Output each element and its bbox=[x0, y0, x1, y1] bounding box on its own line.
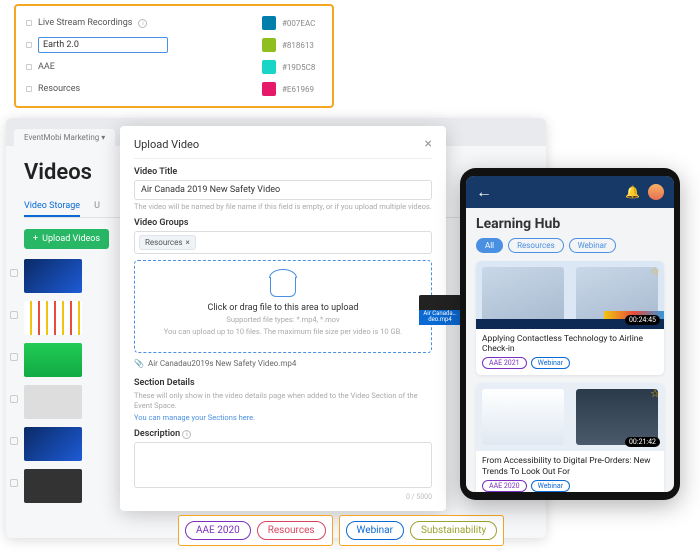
filter-pills: All Resources Webinar bbox=[476, 238, 664, 253]
video-groups-input[interactable]: Resources× bbox=[134, 231, 432, 254]
paperclip-icon: 📎 bbox=[134, 359, 144, 368]
filter-webinar[interactable]: Webinar bbox=[569, 238, 616, 253]
section-hint: These will only show in the video detail… bbox=[134, 391, 432, 411]
video-thumb[interactable] bbox=[24, 469, 82, 503]
color-swatch[interactable] bbox=[262, 60, 276, 74]
card-tag[interactable]: AAE 2021 bbox=[482, 357, 527, 369]
checkbox[interactable] bbox=[10, 437, 18, 445]
inbox-icon bbox=[270, 277, 296, 297]
group-chip[interactable]: Resources× bbox=[139, 235, 196, 250]
color-swatch[interactable] bbox=[262, 38, 276, 52]
favorite-icon[interactable]: ☆ bbox=[650, 265, 660, 278]
char-counter: 0 / 5000 bbox=[134, 493, 432, 501]
runtime-badge: 00:21:42 bbox=[625, 437, 660, 447]
tag-row[interactable]: Live Stream Recordings i #007EAC bbox=[26, 12, 322, 34]
tag-panel: Live Stream Recordings i #007EAC #818613… bbox=[14, 4, 334, 108]
card-tag[interactable]: Webinar bbox=[531, 480, 571, 492]
info-icon[interactable]: i bbox=[138, 19, 147, 28]
tab-video-storage[interactable]: Video Storage bbox=[24, 197, 80, 217]
upload-dropzone[interactable]: Click or drag file to this area to uploa… bbox=[134, 260, 432, 354]
card-title: From Accessibility to Digital Pre-Orders… bbox=[476, 451, 664, 479]
color-swatch[interactable] bbox=[262, 82, 276, 96]
checkbox[interactable] bbox=[10, 353, 18, 361]
hex-value: #007EAC bbox=[282, 19, 322, 28]
description-label: Description i bbox=[134, 429, 432, 439]
filter-all[interactable]: All bbox=[476, 238, 503, 253]
video-preview: ☆ 00:24:45 bbox=[476, 261, 664, 329]
title-hint: The video will be named by file name if … bbox=[134, 202, 432, 212]
description-textarea[interactable] bbox=[134, 442, 432, 488]
checkbox[interactable] bbox=[10, 395, 18, 403]
drag-handle-icon[interactable] bbox=[26, 64, 32, 70]
tag-name-input[interactable] bbox=[38, 37, 168, 53]
checkbox[interactable] bbox=[10, 311, 18, 319]
plus-icon: + bbox=[33, 234, 38, 244]
tag-chip[interactable]: AAE 2020 bbox=[185, 521, 251, 540]
dropzone-sub: Supported file types: *.mp4, *.mov bbox=[143, 315, 423, 325]
modal-title: Upload Video bbox=[134, 138, 199, 151]
tag-chip[interactable]: Webinar bbox=[346, 521, 404, 540]
color-swatch[interactable] bbox=[262, 16, 276, 30]
hex-value: #19D5C8 bbox=[282, 63, 322, 72]
bell-icon[interactable]: 🔔 bbox=[625, 185, 640, 199]
tag-chip[interactable]: Substainability bbox=[410, 521, 497, 540]
card-tag[interactable]: AAE 2020 bbox=[482, 480, 527, 492]
bottom-chip-callouts: AAE 2020 Resources Webinar Substainabili… bbox=[178, 515, 504, 546]
browser-tab[interactable]: EventMobi Marketing ▾ bbox=[14, 129, 115, 146]
tablet-screen: ← 🔔 Learning Hub All Resources Webinar ☆… bbox=[466, 176, 674, 492]
checkbox[interactable] bbox=[10, 269, 18, 277]
chip-group: Webinar Substainability bbox=[339, 515, 505, 546]
checkbox[interactable] bbox=[10, 479, 18, 487]
video-thumb[interactable] bbox=[24, 301, 82, 335]
hex-value: #E61969 bbox=[282, 85, 322, 94]
tag-row[interactable]: AAE #19D5C8 bbox=[26, 56, 322, 78]
hub-title: Learning Hub bbox=[476, 216, 664, 232]
dragging-file-preview: Air Canada…deo.mp4 bbox=[419, 295, 461, 325]
video-title-label: Video Title bbox=[134, 167, 432, 177]
favorite-icon[interactable]: ☆ bbox=[650, 387, 660, 400]
remove-chip-icon[interactable]: × bbox=[185, 238, 189, 247]
runtime-badge: 00:24:45 bbox=[625, 315, 660, 325]
upload-videos-button[interactable]: + Upload Videos bbox=[24, 229, 109, 249]
video-thumb[interactable] bbox=[24, 343, 82, 377]
manage-sections-link[interactable]: You can manage your Sections here. bbox=[134, 413, 432, 423]
drag-handle-icon[interactable] bbox=[26, 86, 32, 92]
dropzone-main: Click or drag file to this area to uploa… bbox=[143, 303, 423, 313]
section-details-label: Section Details bbox=[134, 378, 432, 388]
card-tag[interactable]: Webinar bbox=[531, 357, 571, 369]
filter-resources[interactable]: Resources bbox=[508, 238, 563, 253]
attached-file[interactable]: 📎 Air Canadau2019s New Safety Video.mp4 bbox=[134, 359, 432, 368]
tablet-device: ← 🔔 Learning Hub All Resources Webinar ☆… bbox=[460, 168, 680, 500]
video-thumb[interactable] bbox=[24, 427, 82, 461]
close-icon[interactable]: × bbox=[425, 136, 432, 152]
tag-label: AAE bbox=[38, 62, 55, 72]
tab-other[interactable]: U bbox=[94, 197, 100, 217]
video-title-input[interactable] bbox=[134, 180, 432, 200]
tag-chip[interactable]: Resources bbox=[257, 521, 326, 540]
tag-row[interactable]: Resources #E61969 bbox=[26, 78, 322, 100]
chip-group: AAE 2020 Resources bbox=[178, 515, 333, 546]
dropzone-note: You can upload up to 10 files. The maxim… bbox=[143, 327, 423, 337]
drag-handle-icon[interactable] bbox=[26, 42, 32, 48]
app-bar: ← 🔔 bbox=[466, 176, 674, 208]
back-icon[interactable]: ← bbox=[476, 182, 492, 202]
video-card[interactable]: ☆ 00:21:42 From Accessibility to Digital… bbox=[476, 383, 664, 492]
upload-video-modal: Upload Video × Video Title The video wil… bbox=[120, 126, 446, 511]
video-card[interactable]: ☆ 00:24:45 Applying Contactless Technolo… bbox=[476, 261, 664, 375]
avatar[interactable] bbox=[648, 184, 664, 200]
tag-row[interactable]: #818613 bbox=[26, 34, 322, 56]
info-icon[interactable]: i bbox=[182, 430, 191, 439]
card-title: Applying Contactless Technology to Airli… bbox=[476, 329, 664, 357]
video-groups-label: Video Groups bbox=[134, 218, 432, 228]
tag-label: Live Stream Recordings bbox=[38, 18, 132, 28]
hex-value: #818613 bbox=[282, 41, 322, 50]
video-preview: ☆ 00:21:42 bbox=[476, 383, 664, 451]
drag-handle-icon[interactable] bbox=[26, 20, 32, 26]
video-thumb[interactable] bbox=[24, 259, 82, 293]
video-thumb[interactable] bbox=[24, 385, 82, 419]
tag-label: Resources bbox=[38, 84, 80, 94]
